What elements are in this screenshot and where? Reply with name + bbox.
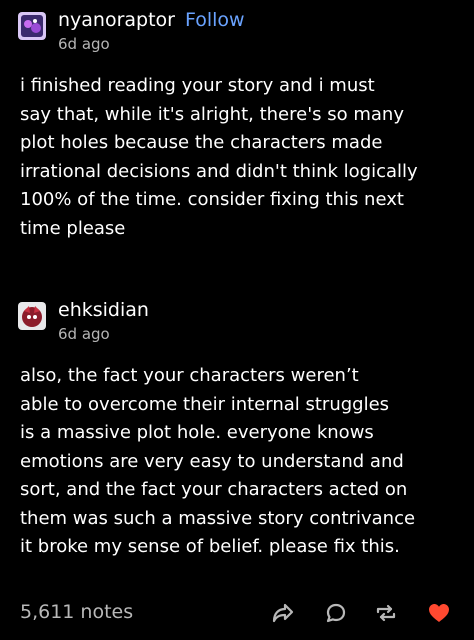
post2-timestamp: 6d ago: [58, 325, 110, 343]
share-icon[interactable]: [270, 600, 296, 626]
post2-name-row: ehksidian: [58, 298, 149, 322]
avatar-purple-icon[interactable]: [18, 12, 46, 40]
heart-icon[interactable]: [426, 600, 452, 626]
notes-count[interactable]: 5,611 notes: [20, 601, 133, 623]
post2-header: ehksidian 6d ago: [18, 298, 149, 343]
post1-username[interactable]: nyanoraptor: [58, 8, 175, 32]
post1-body: i finished reading your story and i must…: [20, 75, 418, 239]
follow-button[interactable]: Follow: [185, 8, 245, 32]
post1-header: nyanoraptor Follow 6d ago: [18, 8, 245, 53]
post2-meta: ehksidian 6d ago: [58, 298, 149, 343]
reply-icon[interactable]: [323, 600, 349, 626]
post1-timestamp: 6d ago: [58, 35, 110, 53]
post1-name-row: nyanoraptor Follow: [58, 8, 245, 32]
post2-username[interactable]: ehksidian: [58, 298, 149, 322]
post1-meta: nyanoraptor Follow 6d ago: [58, 8, 245, 53]
reblog-icon[interactable]: [373, 600, 399, 626]
avatar-red-icon[interactable]: [18, 302, 46, 330]
post2-body: also, the fact your characters weren’t a…: [20, 365, 416, 557]
post-footer: 5,611 notes: [0, 592, 474, 640]
